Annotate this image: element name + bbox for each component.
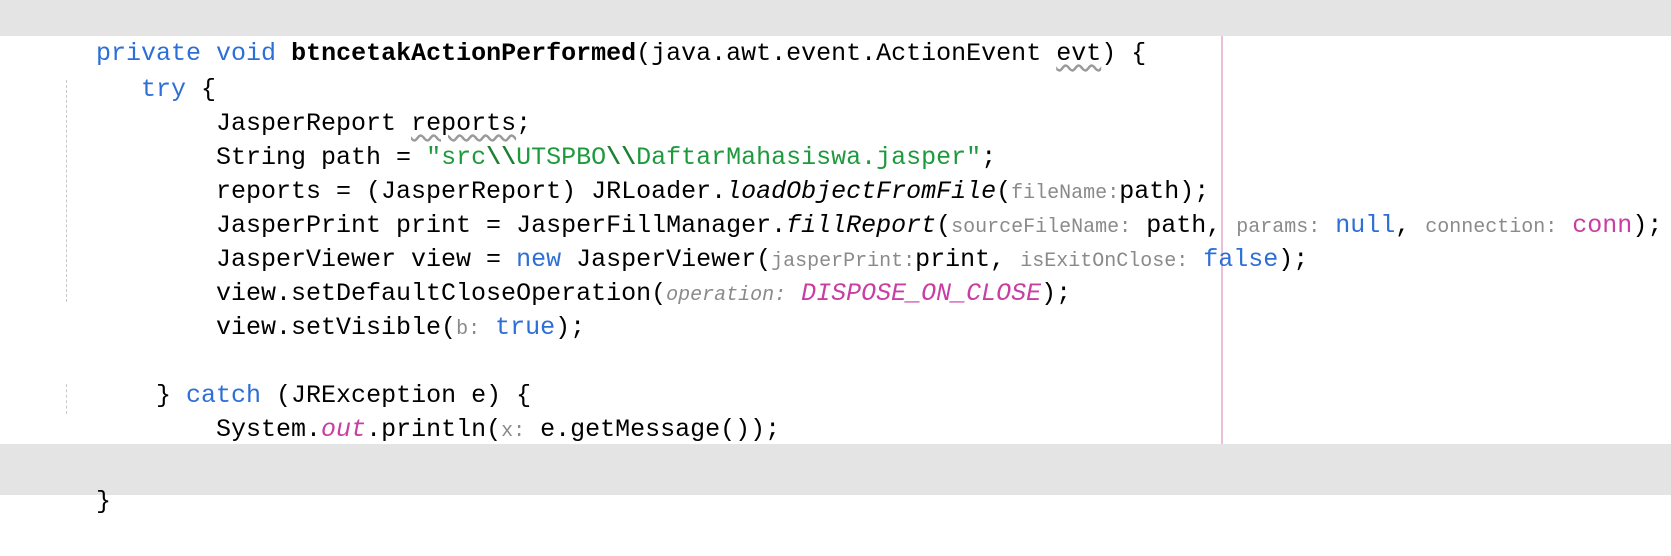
code-line-8[interactable]: view.setDefaultCloseOperation(operation:… bbox=[0, 240, 1671, 308]
code-line-10[interactable] bbox=[0, 308, 1671, 344]
code-line-3[interactable]: JasperReport reports; bbox=[0, 70, 1671, 138]
code-editor[interactable]: private void btncetakActionPerformed(jav… bbox=[0, 0, 1671, 516]
code-line-5[interactable]: reports = (JasperReport) JRLoader.loadOb… bbox=[0, 138, 1671, 206]
code-line-9[interactable]: view.setVisible(b: true); bbox=[0, 274, 1671, 342]
code-line-12[interactable]: System.out.println(x: e.getMessage()); bbox=[0, 376, 1671, 444]
code-line-11[interactable]: } catch (JRException e) { bbox=[0, 342, 1671, 410]
code-line-4[interactable]: String path = "src\\UTSPBO\\DaftarMahasi… bbox=[0, 104, 1671, 172]
code-text: } bbox=[96, 487, 112, 516]
code-line-2[interactable]: try { bbox=[0, 36, 1671, 104]
code-line-13[interactable]: } bbox=[0, 410, 1671, 478]
code-line-1[interactable]: private void btncetakActionPerformed(jav… bbox=[0, 0, 1671, 68]
code-line-7[interactable]: JasperViewer view = new JasperViewer(jas… bbox=[0, 206, 1671, 274]
code-line-14[interactable]: } bbox=[0, 444, 1671, 516]
code-line-6[interactable]: JasperPrint print = JasperFillManager.fi… bbox=[0, 172, 1671, 240]
